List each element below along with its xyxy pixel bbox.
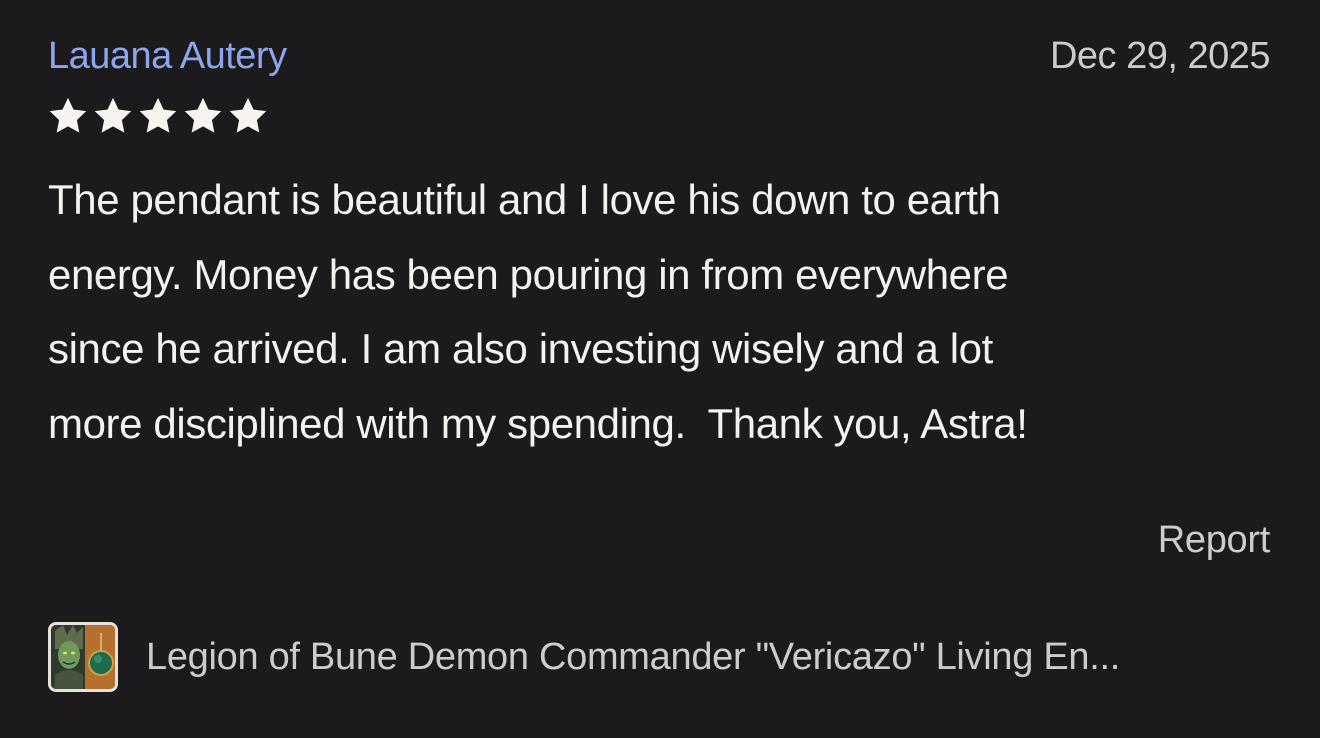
star-rating: [48, 96, 1270, 136]
report-link[interactable]: Report: [1158, 515, 1271, 565]
listing-link[interactable]: Legion of Bune Demon Commander "Vericazo…: [48, 622, 1278, 692]
listing-thumbnail[interactable]: [48, 622, 118, 692]
star-icon: [49, 97, 87, 133]
review-text: The pendant is beautiful and I love his …: [48, 176, 1028, 447]
star-icon: [184, 97, 222, 133]
reviewer-name-link[interactable]: Lauana Autery: [48, 32, 287, 80]
report-row: Report: [1158, 515, 1271, 565]
star-icon: [94, 97, 132, 133]
star-icon: [139, 97, 177, 133]
listing-title[interactable]: Legion of Bune Demon Commander "Vericazo…: [146, 632, 1120, 682]
review-date: Dec 29, 2025: [1049, 35, 1271, 77]
listing-thumbnail-image: [51, 625, 115, 689]
star-icon: [229, 97, 267, 133]
review-header: Lauana Autery Dec 29, 2025: [48, 32, 1271, 80]
